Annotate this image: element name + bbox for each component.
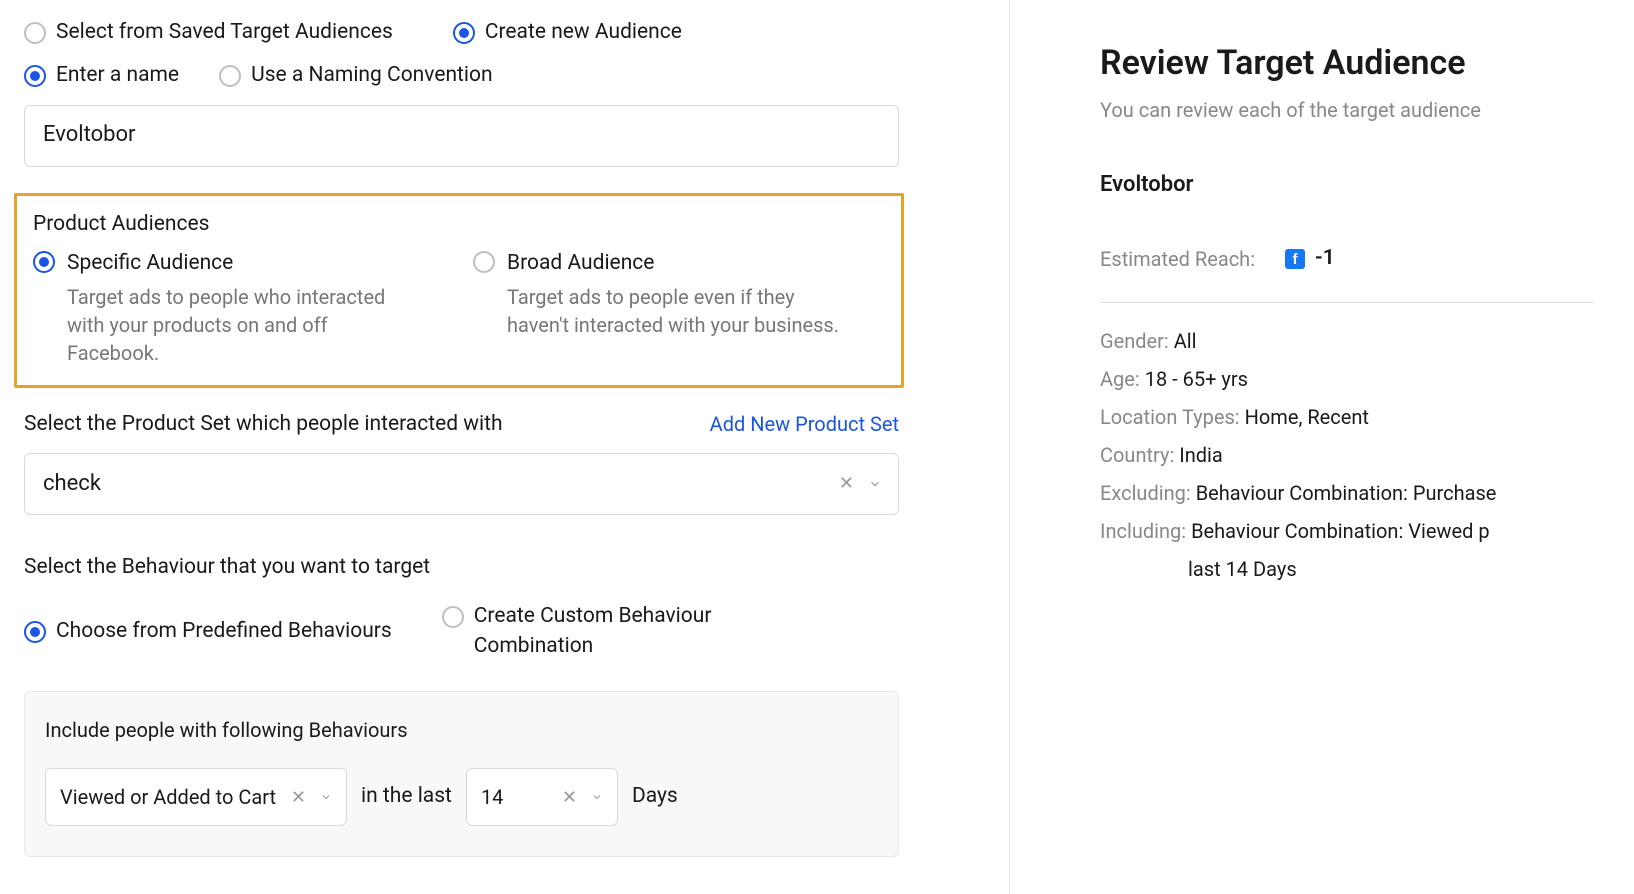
product-set-label: Select the Product Set which people inte… <box>24 410 503 439</box>
radio-label: Create Custom Behaviour Combination <box>474 602 734 661</box>
specific-desc: Target ads to people who interacted with… <box>67 283 413 367</box>
radio-enter-name[interactable]: Enter a name <box>24 61 179 90</box>
divider <box>1100 302 1594 303</box>
kv-excluding: Excluding: Behaviour Combination: Purcha… <box>1100 479 1594 507</box>
radio-label: Choose from Predefined Behaviours <box>56 617 392 646</box>
chevron-down-icon <box>591 791 603 803</box>
broad-desc: Target ads to people even if they haven'… <box>507 283 853 339</box>
kv-including-line2: last 14 Days <box>1188 555 1594 583</box>
chevron-down-icon <box>320 791 332 803</box>
radio-label: Enter a name <box>56 61 179 90</box>
kv-gender: Gender: All <box>1100 327 1594 355</box>
behaviour-label: Select the Behaviour that you want to ta… <box>24 553 985 582</box>
kv-country: Country: India <box>1100 441 1594 469</box>
days-suffix: Days <box>632 782 678 811</box>
chevron-down-icon <box>868 477 882 491</box>
include-title: Include people with following Behaviours <box>45 716 878 744</box>
radio-predefined-behaviours[interactable]: Choose from Predefined Behaviours <box>24 617 392 646</box>
radio-label: Select from Saved Target Audiences <box>56 18 393 47</box>
days-select[interactable]: 14 ✕ <box>466 768 618 826</box>
radio-icon <box>442 606 464 628</box>
product-audiences-heading: Product Audiences <box>33 210 885 239</box>
select-value: Viewed or Added to Cart <box>60 783 276 811</box>
radio-label: Create new Audience <box>485 18 682 47</box>
radio-specific-audience[interactable]: Specific Audience Target ads to people w… <box>33 249 413 366</box>
clear-icon[interactable]: ✕ <box>562 785 577 810</box>
estimated-reach-label: Estimated Reach: <box>1100 245 1255 273</box>
radio-naming-convention[interactable]: Use a Naming Convention <box>219 61 493 90</box>
radio-icon <box>219 65 241 87</box>
radio-label: Use a Naming Convention <box>251 61 493 90</box>
estimated-reach-value: -1 <box>1315 244 1335 273</box>
review-audience-name: Evoltobor <box>1100 170 1594 201</box>
input-value: Evoltobor <box>43 120 136 151</box>
specific-title: Specific Audience <box>67 249 413 278</box>
product-set-select[interactable]: check ✕ <box>24 453 899 515</box>
radio-icon <box>33 251 55 273</box>
review-panel: Review Target Audience You can review ea… <box>1010 0 1634 894</box>
radio-custom-behaviour[interactable]: Create Custom Behaviour Combination <box>442 602 734 661</box>
clear-icon[interactable]: ✕ <box>839 471 854 496</box>
audience-name-input[interactable]: Evoltobor <box>24 105 899 167</box>
facebook-icon: f <box>1285 249 1305 269</box>
in-the-last-label: in the last <box>361 782 452 811</box>
clear-icon[interactable]: ✕ <box>291 785 306 810</box>
product-audiences-box: Product Audiences Specific Audience Targ… <box>14 193 904 388</box>
radio-icon <box>473 251 495 273</box>
select-value: check <box>43 469 101 500</box>
review-title: Review Target Audience <box>1100 40 1594 88</box>
radio-create-audience[interactable]: Create new Audience <box>453 18 682 47</box>
select-value: 14 <box>481 783 503 811</box>
radio-saved-audiences[interactable]: Select from Saved Target Audiences <box>24 18 393 47</box>
radio-icon <box>24 22 46 44</box>
main-form: Select from Saved Target Audiences Creat… <box>0 0 1010 894</box>
review-subtitle: You can review each of the target audien… <box>1100 96 1594 124</box>
radio-icon <box>453 22 475 44</box>
radio-icon <box>24 621 46 643</box>
kv-age: Age: 18 - 65+ yrs <box>1100 365 1594 393</box>
radio-broad-audience[interactable]: Broad Audience Target ads to people even… <box>473 249 853 366</box>
kv-location-types: Location Types: Home, Recent <box>1100 403 1594 431</box>
radio-icon <box>24 65 46 87</box>
add-product-set-link[interactable]: Add New Product Set <box>710 410 899 438</box>
behaviour-select[interactable]: Viewed or Added to Cart ✕ <box>45 768 347 826</box>
kv-including: Including: Behaviour Combination: Viewed… <box>1100 517 1594 545</box>
include-behaviours-box: Include people with following Behaviours… <box>24 691 899 857</box>
broad-title: Broad Audience <box>507 249 853 278</box>
